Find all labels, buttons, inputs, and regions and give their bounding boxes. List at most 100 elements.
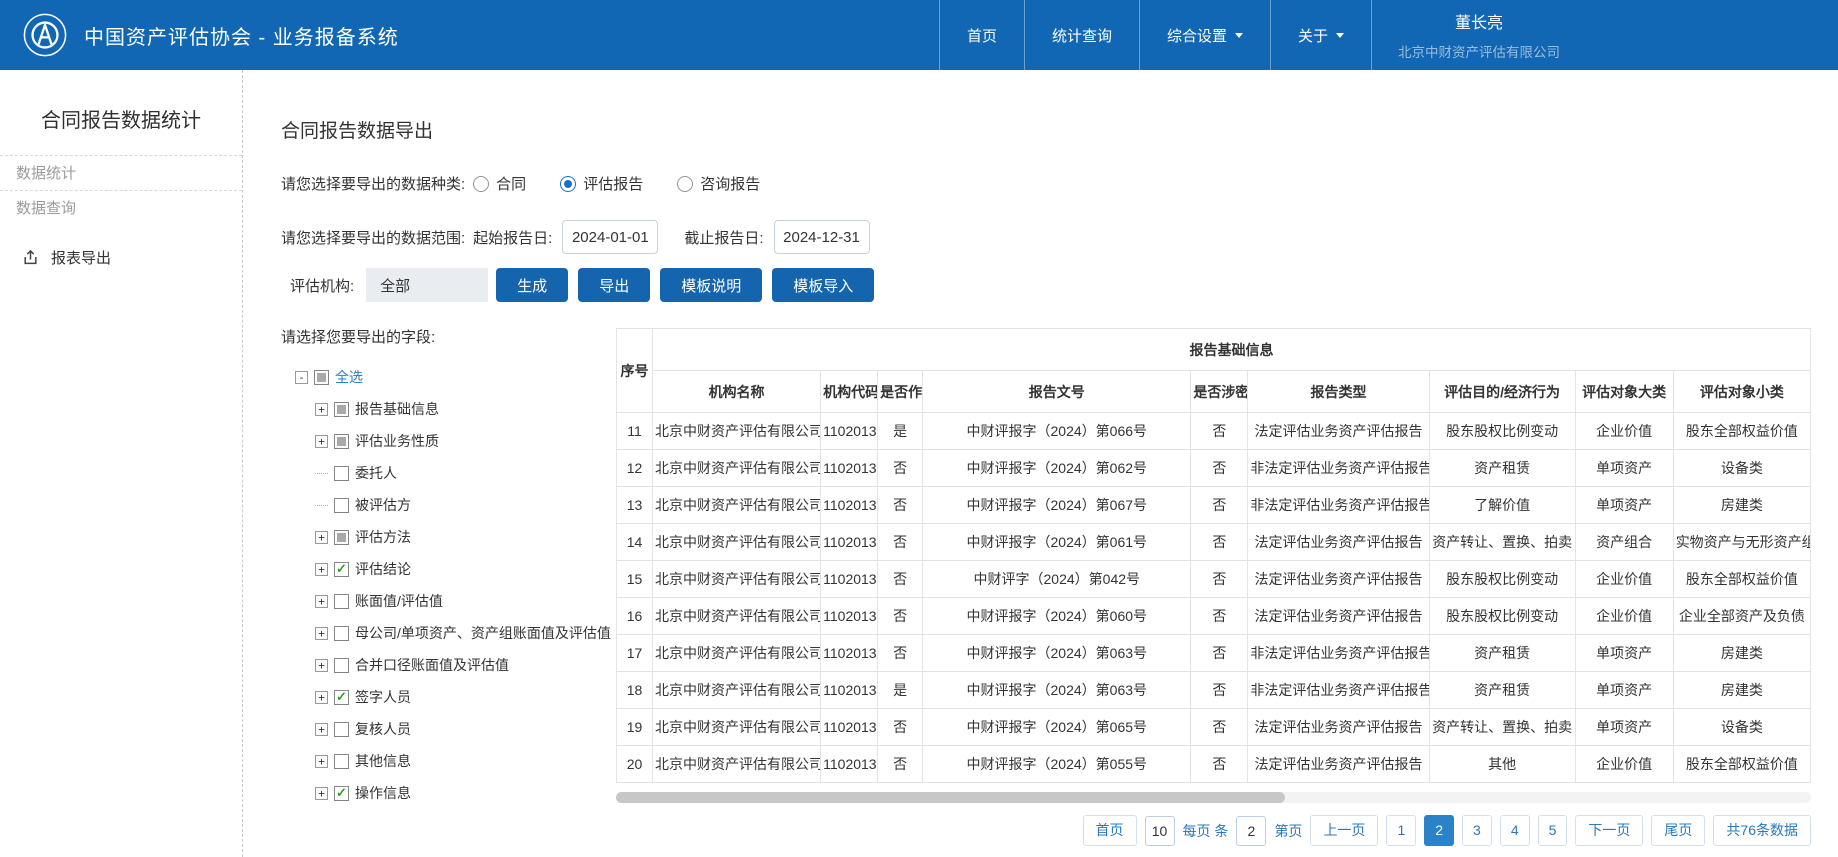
page-button-4[interactable]: 4 <box>1499 815 1530 846</box>
checkbox[interactable] <box>334 721 349 737</box>
first-page-button[interactable]: 首页 <box>1082 815 1137 846</box>
cell: 11020130 <box>820 560 879 598</box>
tree-item-6[interactable]: + 评估结论 <box>281 553 616 585</box>
cell: 资产租赁 <box>1428 449 1576 487</box>
cell: 北京中财资产评估有限公司 <box>652 560 822 598</box>
checkbox[interactable] <box>334 593 349 609</box>
tree-item-10[interactable]: + 签字人员 <box>281 681 616 713</box>
cell: 股东全部权益价值 <box>1672 560 1812 598</box>
cell: 11020130 <box>820 486 879 524</box>
expand-toggle-icon[interactable]: + <box>315 786 328 800</box>
tree-item-5[interactable]: + 评估方法 <box>281 521 616 553</box>
expand-toggle-icon[interactable]: + <box>315 530 328 544</box>
tree-item-7[interactable]: + 账面值/评估值 <box>281 585 616 617</box>
table-row: 11北京中财资产评估有限公司11020130是中财评报字（2024）第066号否… <box>615 412 1812 450</box>
next-page-button[interactable]: 下一页 <box>1575 815 1644 846</box>
expand-toggle-icon[interactable]: + <box>315 690 328 704</box>
column-header: 评估目的/经济行为 <box>1428 370 1576 413</box>
nav-general-settings[interactable]: 综合设置 <box>1138 0 1270 70</box>
nav-statistics-query[interactable]: 统计查询 <box>1023 0 1139 70</box>
expand-toggle-icon[interactable]: + <box>315 402 328 416</box>
expand-toggle-icon[interactable]: + <box>315 754 328 768</box>
cell: 北京中财资产评估有限公司 <box>652 523 822 561</box>
nav-home[interactable]: 首页 <box>938 0 1024 70</box>
sidebar-group-data-query[interactable]: 数据查询 <box>0 190 242 225</box>
tree-item-2[interactable]: + 评估业务性质 <box>281 425 616 457</box>
page-number-input[interactable] <box>1236 815 1267 846</box>
radio-icon <box>560 175 577 192</box>
page-button-2[interactable]: 2 <box>1424 815 1455 846</box>
cell: 单项资产 <box>1574 449 1674 487</box>
pagination: 首页 每页 条 第页 上一页 12345 下一页 尾页 共76条数据 <box>616 815 1811 846</box>
sidebar-title: 合同报告数据统计 <box>41 110 201 132</box>
checkbox[interactable] <box>334 497 349 513</box>
checkbox[interactable] <box>334 753 349 769</box>
tree-item-label: 其他信息 <box>355 753 411 769</box>
tree-item-12[interactable]: + 其他信息 <box>281 745 616 777</box>
tree-item-0[interactable]: - 全选 <box>281 361 616 393</box>
checkbox[interactable] <box>334 529 349 545</box>
tree-connector <box>315 472 328 474</box>
checkbox[interactable] <box>334 561 349 577</box>
nav-about[interactable]: 关于 <box>1269 0 1371 70</box>
start-date-input[interactable] <box>562 220 659 254</box>
expand-toggle-icon[interactable]: + <box>315 658 328 672</box>
page-size-input[interactable] <box>1144 815 1175 846</box>
brand: 中国资产评估协会 - 业务报备系统 <box>0 0 399 70</box>
checkbox[interactable] <box>334 785 349 801</box>
checkbox[interactable] <box>314 369 329 385</box>
template-import-button[interactable]: 模板导入 <box>772 268 875 302</box>
scrollbar-thumb[interactable] <box>616 792 1286 803</box>
checkbox[interactable] <box>334 465 349 481</box>
data-type-label: 请您选择要导出的数据种类: <box>281 176 466 193</box>
cell: 中财评报字（2024）第067号 <box>922 486 1192 524</box>
tree-item-11[interactable]: + 复核人员 <box>281 713 616 745</box>
export-button[interactable]: 导出 <box>578 268 651 302</box>
page-button-1[interactable]: 1 <box>1386 815 1417 846</box>
agency-input[interactable] <box>366 268 489 302</box>
radio-option-1[interactable]: 合同 <box>473 173 526 194</box>
user-info[interactable]: 董长亮 北京中财资产评估有限公司 <box>1371 0 1586 70</box>
table-group-header-row: 序号 报告基础信息 <box>615 328 1811 413</box>
cell: 单项资产 <box>1574 634 1674 672</box>
checkbox[interactable] <box>334 689 349 705</box>
radio-option-3[interactable]: 咨询报告 <box>677 173 760 194</box>
cell: 单项资产 <box>1574 708 1674 746</box>
table-row: 18北京中财资产评估有限公司11020130是中财评报字（2024）第063号否… <box>615 671 1812 709</box>
expand-toggle-icon[interactable]: + <box>315 434 328 448</box>
start-date-label: 起始报告日: <box>473 229 553 247</box>
prev-page-button[interactable]: 上一页 <box>1310 815 1379 846</box>
checkbox[interactable] <box>334 657 349 673</box>
cell: 房建类 <box>1672 671 1812 709</box>
cell: 中财评报字（2024）第061号 <box>922 523 1192 561</box>
radio-option-2[interactable]: 评估报告 <box>560 173 643 194</box>
end-date-input[interactable] <box>773 220 870 254</box>
checkbox[interactable] <box>334 433 349 449</box>
table-row: 14北京中财资产评估有限公司11020130否中财评报字（2024）第061号否… <box>615 523 1812 561</box>
tree-item-4[interactable]: 被评估方 <box>281 489 616 521</box>
expand-toggle-icon[interactable]: + <box>315 626 328 640</box>
page-button-3[interactable]: 3 <box>1462 815 1492 846</box>
page-button-5[interactable]: 5 <box>1537 815 1568 846</box>
expand-toggle-icon[interactable]: + <box>315 594 328 608</box>
expand-toggle-icon[interactable]: - <box>295 370 308 384</box>
tree-item-8[interactable]: + 母公司/单项资产、资产组账面值及评估值 <box>281 617 616 649</box>
tree-item-3[interactable]: 委托人 <box>281 457 616 489</box>
expand-toggle-icon[interactable]: + <box>315 722 328 736</box>
expand-toggle-icon[interactable]: + <box>315 562 328 576</box>
sidebar-group-data-statistics[interactable]: 数据统计 <box>0 155 242 190</box>
template-help-button[interactable]: 模板说明 <box>660 268 763 302</box>
tree-item-1[interactable]: + 报告基础信息 <box>281 393 616 425</box>
tree-item-9[interactable]: + 合并口径账面值及评估值 <box>281 649 616 681</box>
generate-button[interactable]: 生成 <box>496 268 569 302</box>
sidebar-item-report-export[interactable]: 报表导出 <box>0 247 242 268</box>
checkbox[interactable] <box>334 625 349 641</box>
last-page-button[interactable]: 尾页 <box>1651 815 1706 846</box>
tree-item-13[interactable]: + 操作信息 <box>281 777 616 809</box>
cell: 否 <box>1190 523 1249 561</box>
cell: 19 <box>615 708 654 746</box>
checkbox[interactable] <box>334 401 349 417</box>
cell: 北京中财资产评估有限公司 <box>652 634 822 672</box>
tree-item-label: 账面值/评估值 <box>355 593 443 609</box>
table-row: 20北京中财资产评估有限公司11020130否中财评报字（2024）第055号否… <box>615 745 1812 783</box>
